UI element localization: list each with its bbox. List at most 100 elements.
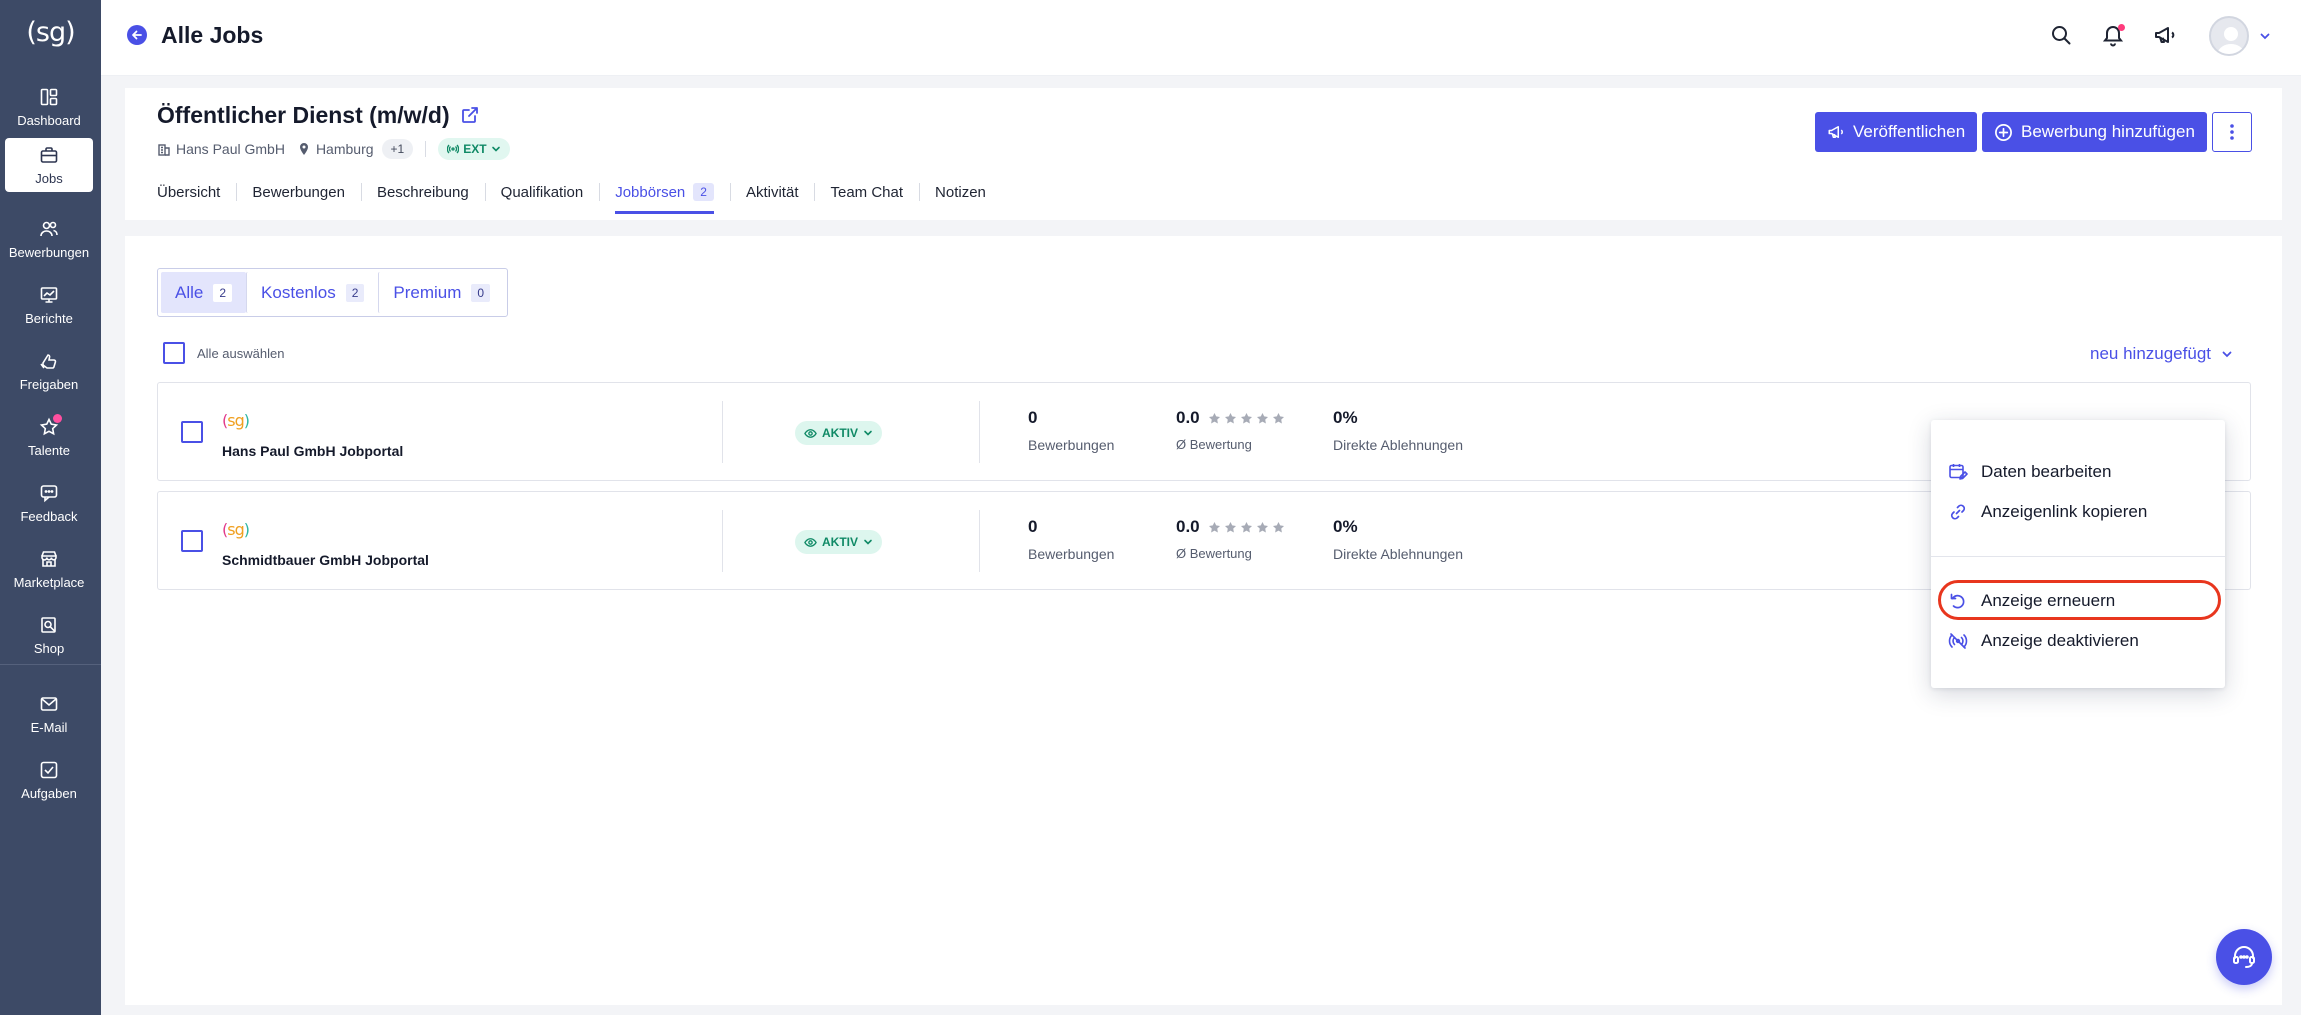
add-application-button[interactable]: Bewerbung hinzufügen [1982,112,2207,152]
ext-label: EXT [463,142,487,156]
briefcase-icon [39,145,59,165]
sidebar-item-email[interactable]: E-Mail [5,687,93,741]
app-logo[interactable]: (sg) [0,12,101,52]
menu-divider [1931,556,2225,557]
sidebar-item-jobs[interactable]: Jobs [5,138,93,192]
user-menu-chevron[interactable] [2259,30,2271,42]
menu-item-label: Anzeigenlink kopieren [1981,502,2148,521]
tab-label: Übersicht [157,183,221,201]
support-chat-button[interactable] [2216,929,2272,985]
jobboard-logo: (sg) [222,520,250,539]
more-options-button[interactable] [2212,112,2252,152]
search-icon [2052,26,2071,45]
applications-stat: 0 Bewerbungen [1028,407,1114,453]
row-checkbox[interactable] [181,530,203,552]
notifications-button[interactable] [2101,23,2127,49]
menu-item-copy-link[interactable]: Anzeigenlink kopieren [1947,498,2147,526]
tab-beschreibung[interactable]: Beschreibung [360,180,485,204]
more-locations-badge[interactable]: +1 [381,139,414,159]
chart-icon [39,285,59,305]
tab-label: Aktivität [745,183,799,201]
announcements-button[interactable] [2153,23,2179,49]
tab-label: Qualifikation [500,183,584,201]
tasks-icon [39,760,59,780]
search-button[interactable] [2049,23,2075,49]
user-avatar[interactable] [2209,16,2249,56]
filter-label: Kostenlos [261,282,336,302]
rejections-label: Direkte Ablehnungen [1333,546,1463,562]
row-checkbox[interactable] [181,421,203,443]
tab-team-chat[interactable]: Team Chat [814,180,919,204]
back-button[interactable] [127,25,147,45]
sidebar-item-freigaben[interactable]: Freigaben [5,344,93,398]
select-all-checkbox[interactable] [163,342,185,364]
broadcast-icon [447,144,460,154]
megaphone-icon [2155,27,2175,43]
status-dropdown[interactable]: AKTIV [795,530,882,554]
tab-label: Jobbörsen [615,183,686,201]
eye-icon [804,428,817,438]
menu-item-renew-ad[interactable]: Anzeige erneuern [1947,587,2115,615]
filter-label: Premium [393,282,462,302]
status-label: AKTIV [822,535,858,549]
notification-dot [53,413,62,423]
thumbs-up-icon [39,351,59,371]
location: Hamburg [315,141,374,157]
menu-item-edit-data[interactable]: Daten bearbeiten [1947,458,2111,486]
sidebar-item-talente[interactable]: Talente [5,410,93,464]
mail-icon [39,694,59,714]
sidebar-item-label: E-Mail [30,719,68,735]
tab-jobboersen[interactable]: Jobbörsen 2 [599,180,730,214]
applications-label: Bewerbungen [1028,437,1115,453]
applications-label: Bewerbungen [1028,546,1115,562]
job-tabs: Übersicht Bewerbungen Beschreibung Quali… [157,180,1002,214]
users-icon [39,219,59,239]
applications-stat: 0 Bewerbungen [1028,516,1114,562]
sort-dropdown[interactable]: neu hinzugefügt [2090,344,2233,364]
tab-qualifikation[interactable]: Qualifikation [484,180,600,204]
eye-icon [804,537,817,547]
rating-value: 0.0 [1176,517,1200,536]
publish-button[interactable]: Veröffentlichen [1815,112,1978,152]
tab-notizen[interactable]: Notizen [919,180,1002,204]
rating-label: Ø Bewertung [1176,546,1252,561]
sidebar-item-marketplace[interactable]: Marketplace [5,542,93,596]
sidebar-item-dashboard[interactable]: Dashboard [5,80,93,134]
open-external-button[interactable] [460,105,480,125]
sidebar-item-berichte[interactable]: Berichte [5,278,93,332]
filter-alle[interactable]: Alle 2 [161,272,247,313]
rejections-value: 0% [1333,408,1358,427]
building-icon [157,142,171,156]
chevron-down-icon [2222,351,2232,358]
filter-kostenlos[interactable]: Kostenlos 2 [246,272,378,313]
sidebar-item-label: Aufgaben [21,785,77,801]
filter-premium[interactable]: Premium 0 [378,272,504,313]
sidebar-item-bewerbungen[interactable]: Bewerbungen [5,212,93,266]
column-divider [722,510,723,572]
tab-uebersicht[interactable]: Übersicht [157,180,236,204]
feedback-icon [39,483,59,503]
sidebar-item-aufgaben[interactable]: Aufgaben [5,753,93,807]
sidebar-item-label: Bewerbungen [8,244,90,260]
sidebar-item-label: Jobs [35,170,63,186]
refresh-icon [1947,591,1969,611]
link-icon [1947,502,1969,522]
ext-badge[interactable]: EXT [438,138,510,160]
sidebar-item-feedback[interactable]: Feedback [5,476,93,530]
select-all[interactable]: Alle auswählen [163,342,284,364]
topbar: Alle Jobs [101,0,2301,76]
rejections-stat: 0% Direkte Ablehnungen [1333,407,1463,453]
store-icon [39,549,59,569]
sidebar-item-label: Berichte [25,310,73,326]
location-pin-icon [297,142,311,156]
sidebar-item-shop[interactable]: Shop [5,608,93,662]
chevron-down-icon [864,539,872,545]
tab-bewerbungen[interactable]: Bewerbungen [236,180,361,204]
tab-aktivitaet[interactable]: Aktivität [729,180,815,204]
jobboard-name: Schmidtbauer GmbH Jobportal [222,552,429,568]
status-dropdown[interactable]: AKTIV [795,421,882,445]
filter-count: 2 [345,283,365,302]
megaphone-icon [1828,126,1843,138]
arrow-left-icon [132,30,142,40]
menu-item-deactivate-ad[interactable]: Anzeige deaktivieren [1947,627,2139,655]
